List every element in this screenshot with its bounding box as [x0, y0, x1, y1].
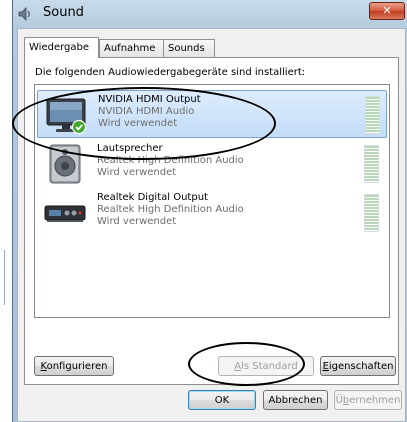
desktop-background [0, 0, 12, 422]
device-status: Wird verwendet [97, 167, 177, 178]
level-meter [364, 145, 379, 183]
speaker-icon [49, 144, 81, 184]
close-button[interactable]: ✕ [369, 2, 405, 20]
configure-button[interactable]: Konfigurieren [34, 356, 114, 376]
device-name: Lautsprecher [97, 143, 163, 154]
dialog-client-area: Wiedergabe Aufnahme Sounds Die folgenden… [17, 28, 406, 422]
sound-dialog: Sound ✕ Wiedergabe Aufnahme Sounds Die f… [12, 0, 407, 422]
apply-prefix: Ü [335, 395, 343, 406]
configure-label: onfigurieren [46, 361, 108, 372]
device-name: Realtek Digital Output [97, 192, 208, 203]
apply-button[interactable]: Übernehmen [334, 390, 402, 410]
cancel-button[interactable]: Abbrechen [263, 390, 328, 410]
device-item-realtek-digital[interactable]: Realtek Digital Output Realtek High Defi… [37, 189, 385, 235]
background-line [4, 250, 5, 305]
set-default-button[interactable]: Als Standard [218, 356, 314, 376]
properties-label: igenschaften [328, 361, 394, 372]
level-meter [364, 194, 379, 232]
digital-output-icon [44, 205, 86, 222]
properties-button[interactable]: Eigenschaften [320, 356, 396, 376]
device-list-label: Die folgenden Audiowiedergabegeräte sind… [35, 67, 306, 78]
apply-label: ernehmen [349, 395, 401, 406]
device-status: Wird verwendet [97, 216, 177, 227]
device-item-lautsprecher[interactable]: Lautsprecher Realtek High Definition Aud… [37, 140, 385, 186]
device-list[interactable]: NVIDIA HDMI Output NVIDIA HDMI Audio Wir… [34, 84, 390, 318]
window-title: Sound [43, 5, 84, 20]
ok-button[interactable]: OK [188, 390, 256, 410]
set-default-label: ls Standard [241, 361, 298, 372]
playback-panel: Die folgenden Audiowiedergabegeräte sind… [24, 57, 399, 385]
device-name: NVIDIA HDMI Output [98, 94, 201, 105]
speaker-icon [18, 7, 30, 21]
monitor-icon [46, 98, 87, 135]
device-description: Realtek High Definition Audio [97, 204, 244, 215]
device-status: Wird verwendet [98, 118, 178, 129]
device-description: NVIDIA HDMI Audio [98, 106, 195, 117]
title-bar[interactable]: Sound ✕ [13, 0, 407, 28]
device-item-nvidia-hdmi[interactable]: NVIDIA HDMI Output NVIDIA HDMI Audio Wir… [37, 90, 387, 138]
device-description: Realtek High Definition Audio [97, 155, 244, 166]
tab-aufnahme[interactable]: Aufnahme [99, 39, 164, 57]
level-meter [365, 96, 380, 134]
tab-wiedergabe[interactable]: Wiedergabe [24, 37, 99, 58]
tab-sounds[interactable]: Sounds [163, 39, 215, 57]
